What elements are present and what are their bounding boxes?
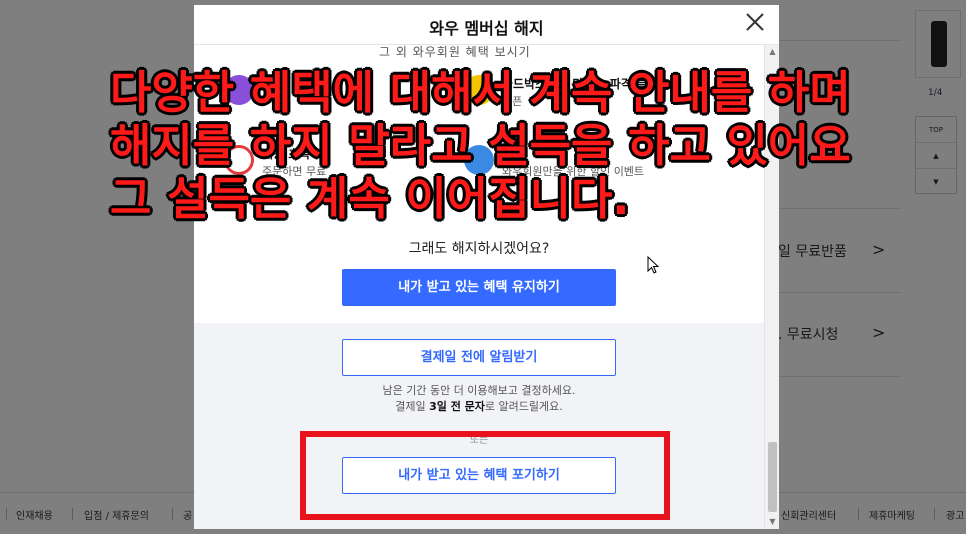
notify-desc-pre: 결제일 [395, 400, 430, 413]
caption-line-1: 다양한 혜택에 대해서 계속 안내를 하며 [110, 66, 851, 119]
notify-description-line2: 결제일 3일 전 문자로 알려드릴게요. [194, 399, 764, 415]
highlight-box [300, 431, 670, 520]
mouse-cursor-icon [647, 255, 660, 278]
scroll-down-arrow-icon[interactable]: ▼ [765, 515, 779, 529]
keep-benefits-button[interactable]: 내가 받고 있는 혜택 유지하기 [342, 269, 616, 306]
notify-desc-bold: 3일 전 문자 [429, 400, 485, 413]
scroll-up-arrow-icon[interactable]: ▲ [765, 45, 779, 59]
caption-line-3: 그 설득은 계속 이어집니다. [110, 172, 630, 225]
notify-description-line1: 남은 기간 동안 더 이용해보고 결정하세요. [382, 384, 576, 397]
modal-title: 와우 멤버십 해지 [429, 19, 544, 38]
notify-before-payment-button[interactable]: 결제일 전에 알림받기 [342, 339, 616, 376]
modal-header: 와우 멤버십 해지 [194, 5, 779, 45]
caption-overlay: 다양한 혜택에 대해서 계속 안내를 하며 해지를 하지 말라고 설득을 하고 … [110, 66, 960, 225]
caption-line-2: 해지를 하지 말라고 설득을 하고 있어요 [110, 119, 851, 172]
benefits-heading: 그 외 와우회원 혜택 보시기 [379, 45, 531, 59]
notify-desc-post: 로 알려드릴게요. [484, 400, 563, 413]
notify-description: 남은 기간 동안 더 이용해보고 결정하세요. 결제일 3일 전 문자로 알려드… [194, 383, 764, 415]
close-icon[interactable] [742, 9, 768, 35]
scroll-thumb[interactable] [768, 442, 777, 512]
confirm-question: 그래도 해지하시겠어요? [408, 241, 550, 257]
